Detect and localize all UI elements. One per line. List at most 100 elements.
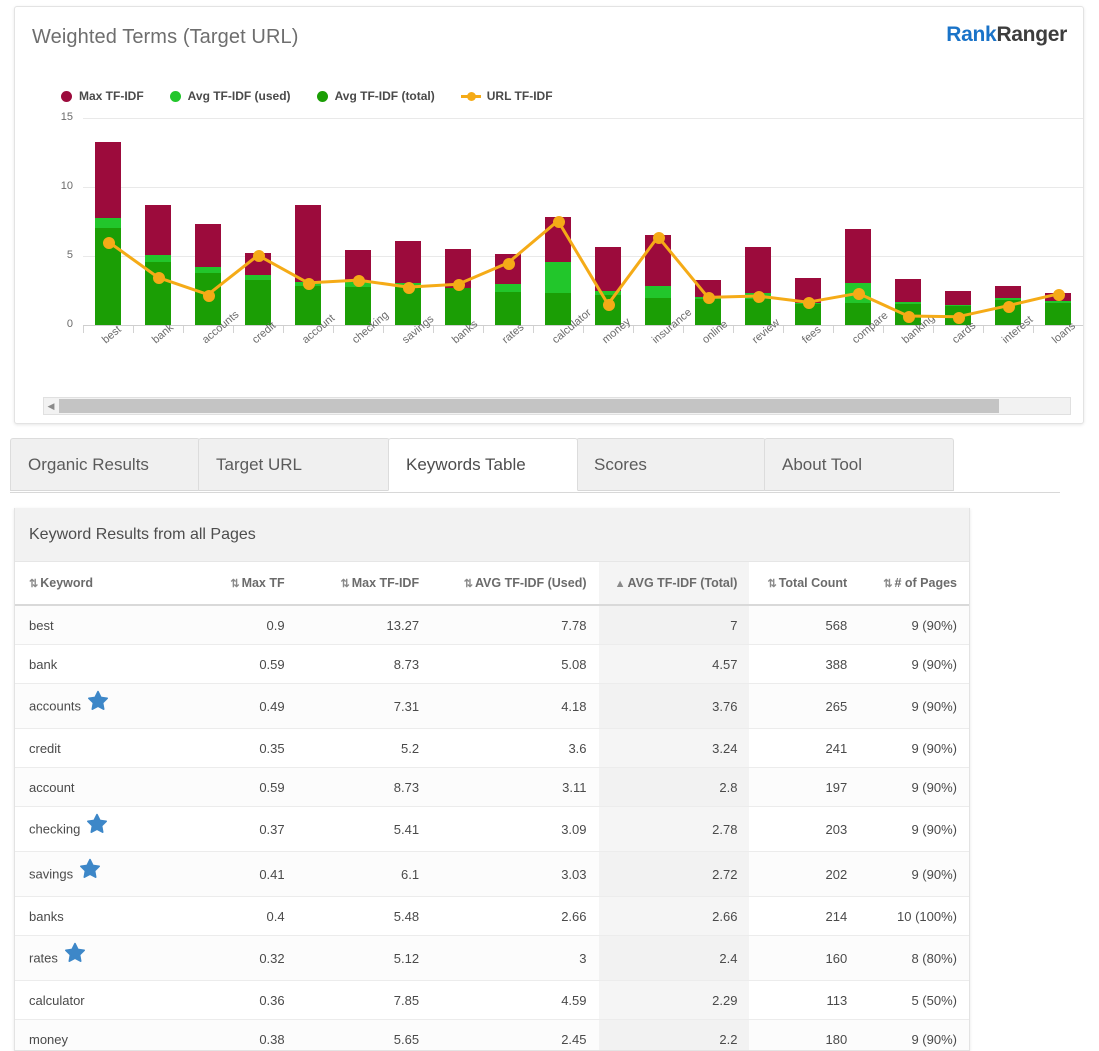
table-row[interactable]: best0.913.277.7875689 (90%) <box>15 605 969 645</box>
url-tfidf-point-calculator[interactable] <box>553 216 565 228</box>
chart-bar-cards[interactable] <box>945 291 971 326</box>
tab-organic-results[interactable]: Organic Results <box>10 438 200 491</box>
url-tfidf-point-review[interactable] <box>753 291 765 303</box>
table-row[interactable]: calculator0.367.854.592.291135 (50%) <box>15 981 969 1020</box>
keyword-text: calculator <box>29 993 85 1008</box>
table-row[interactable]: banks0.45.482.662.6621410 (100%) <box>15 897 969 936</box>
table-row[interactable]: money0.385.652.452.21809 (90%) <box>15 1020 969 1051</box>
keyword-text: banks <box>29 909 64 924</box>
table-row[interactable]: rates0.325.1232.41608 (80%) <box>15 936 969 981</box>
chart-bar-interest[interactable] <box>995 286 1021 325</box>
url-tfidf-point-accounts[interactable] <box>203 290 215 302</box>
url-tfidf-point-insurance[interactable] <box>653 232 665 244</box>
column-header-max-tf[interactable]: ⇅Max TF <box>179 562 297 605</box>
chart-horizontal-scrollbar[interactable]: ◀ <box>43 397 1071 415</box>
legend-item-max-tf-idf[interactable]: Max TF-IDF <box>61 89 144 103</box>
table-row[interactable]: savings0.416.13.032.722029 (90%) <box>15 852 969 897</box>
chart-bar-fees[interactable] <box>795 278 821 325</box>
url-tfidf-point-bank[interactable] <box>153 272 165 284</box>
url-tfidf-point-interest[interactable] <box>1003 301 1015 313</box>
table-row[interactable]: credit0.355.23.63.242419 (90%) <box>15 729 969 768</box>
tab-label: Organic Results <box>28 455 149 475</box>
bar-segment-max-tfidf <box>995 286 1021 298</box>
column-header-total-count[interactable]: ⇅Total Count <box>749 562 859 605</box>
tab-about-tool[interactable]: About Tool <box>764 438 954 491</box>
chart-bar-online[interactable] <box>695 280 721 325</box>
chart-bar-money[interactable] <box>595 247 621 325</box>
url-tfidf-point-online[interactable] <box>703 292 715 304</box>
url-tfidf-point-account[interactable] <box>303 278 315 290</box>
chart-gridline <box>83 187 1083 188</box>
column-header-max-tf-idf[interactable]: ⇅Max TF-IDF <box>297 562 431 605</box>
chart-bar-credit[interactable] <box>245 253 271 325</box>
tab-scores[interactable]: Scores <box>576 438 766 491</box>
x-axis-label-review: review <box>750 317 782 347</box>
bar-segment-avg-used <box>1045 301 1071 303</box>
table-row[interactable]: accounts0.497.314.183.762659 (90%) <box>15 684 969 729</box>
column-header-avg-tf-idf-used[interactable]: ⇅AVG TF-IDF (Used) <box>431 562 598 605</box>
legend-item-avg-tf-idf-total[interactable]: Avg TF-IDF (total) <box>317 89 435 103</box>
tab-keywords-table[interactable]: Keywords Table <box>388 438 578 491</box>
table-row[interactable]: bank0.598.735.084.573889 (90%) <box>15 645 969 684</box>
cell-avg-total: 2.29 <box>599 981 750 1020</box>
table-row[interactable]: account0.598.733.112.81979 (90%) <box>15 768 969 807</box>
url-tfidf-point-fees[interactable] <box>803 297 815 309</box>
chart-bar-bank[interactable] <box>145 205 171 325</box>
chart-bar-best[interactable] <box>95 142 121 325</box>
star-icon[interactable] <box>87 690 109 712</box>
table-row[interactable]: checking0.375.413.092.782039 (90%) <box>15 807 969 852</box>
chart-bar-calculator[interactable] <box>545 217 571 325</box>
url-tfidf-point-savings[interactable] <box>403 282 415 294</box>
x-axis-label-loans: loans <box>1050 320 1078 346</box>
chart-bar-accounts[interactable] <box>195 224 221 325</box>
url-tfidf-point-checking[interactable] <box>353 275 365 287</box>
bar-segment-max-tfidf <box>395 241 421 283</box>
chart-bar-rates[interactable] <box>495 254 521 325</box>
chart-bar-account[interactable] <box>295 205 321 325</box>
cell-max-tf: 0.35 <box>179 729 297 768</box>
star-icon[interactable] <box>79 858 101 880</box>
x-axis-tick <box>983 326 984 333</box>
scrollbar-thumb[interactable] <box>59 399 999 413</box>
keywords-table-panel: Keyword Results from all Pages ⇅Keyword⇅… <box>14 508 970 1051</box>
bar-segment-max-tfidf <box>295 205 321 283</box>
x-axis-baseline <box>83 325 1083 326</box>
url-tfidf-point-compare[interactable] <box>853 288 865 300</box>
chart-bar-insurance[interactable] <box>645 235 671 325</box>
url-tfidf-point-cards[interactable] <box>953 312 965 324</box>
url-tfidf-point-banks[interactable] <box>453 279 465 291</box>
star-icon[interactable] <box>64 942 86 964</box>
url-tfidf-point-credit[interactable] <box>253 250 265 262</box>
column-header-keyword[interactable]: ⇅Keyword <box>15 562 179 605</box>
legend-item-avg-tf-idf-used[interactable]: Avg TF-IDF (used) <box>170 89 291 103</box>
cell-pages: 9 (90%) <box>859 852 969 897</box>
scroll-left-arrow-icon[interactable]: ◀ <box>44 398 58 414</box>
chart-bar-banks[interactable] <box>445 249 471 325</box>
url-tfidf-point-best[interactable] <box>103 237 115 249</box>
chart-bar-savings[interactable] <box>395 241 421 325</box>
column-header-of-pages[interactable]: ⇅# of Pages <box>859 562 969 605</box>
legend-item-url-tf-idf[interactable]: URL TF-IDF <box>461 89 553 103</box>
legend-dot-icon <box>170 91 181 102</box>
x-axis-label-best: best <box>100 324 124 347</box>
url-tfidf-point-loans[interactable] <box>1053 289 1065 301</box>
cell-avg-used: 3.09 <box>431 807 598 852</box>
url-tfidf-point-rates[interactable] <box>503 258 515 270</box>
tab-target-url[interactable]: Target URL <box>198 438 390 491</box>
x-axis-tick <box>583 326 584 333</box>
chart-bar-loans[interactable] <box>1045 293 1071 325</box>
chart-bar-banking[interactable] <box>895 279 921 325</box>
chart-bar-compare[interactable] <box>845 229 871 325</box>
logo-rank-text: Rank <box>946 23 996 46</box>
x-axis-label-savings: savings <box>400 313 436 346</box>
chart-bar-review[interactable] <box>745 247 771 325</box>
column-header-avg-tf-idf-total[interactable]: ▲AVG TF-IDF (Total) <box>599 562 750 605</box>
legend-line-marker-icon <box>461 91 481 102</box>
tab-label: Keywords Table <box>406 455 526 475</box>
url-tfidf-point-money[interactable] <box>603 299 615 311</box>
star-icon[interactable] <box>86 813 108 835</box>
keyword-text: checking <box>29 822 80 837</box>
url-tfidf-point-banking[interactable] <box>903 311 915 323</box>
sort-toggle-icon: ⇅ <box>29 578 38 590</box>
chart-bar-checking[interactable] <box>345 250 371 325</box>
